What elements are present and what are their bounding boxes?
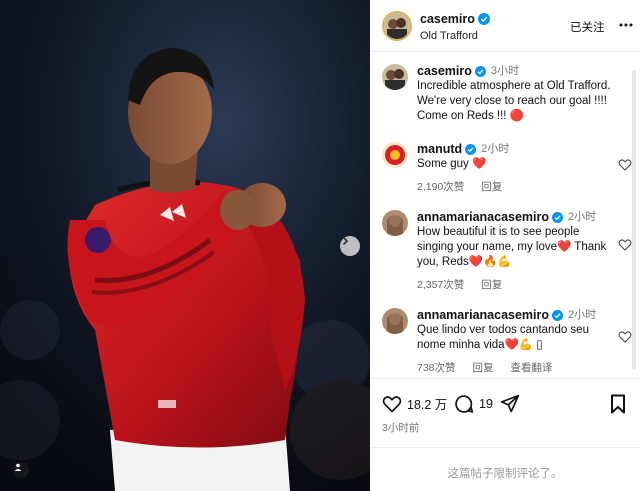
verified-icon [552, 212, 564, 223]
reply-button[interactable]: 回复 [481, 181, 502, 193]
chevron-right-icon [342, 236, 349, 246]
more-options-button[interactable] [618, 17, 634, 38]
see-translation-button[interactable]: 查看翻译 [510, 362, 552, 374]
more-icon [619, 23, 633, 27]
caption-time: 3小时 [490, 65, 520, 77]
comments-list[interactable]: casemiro 3小时 Incredible atmosphere at Ol… [370, 52, 640, 378]
comment-body: annamarianacasemiro 2小时 Que lindo ver to… [417, 308, 617, 375]
comment-header: annamarianacasemiro 2小时 [417, 210, 617, 225]
avatar-image [382, 308, 408, 334]
following-button[interactable]: 已关注 [570, 19, 605, 35]
avatar-image [382, 210, 408, 236]
comment-header: manutd 2小时 [417, 142, 617, 157]
avatar-image [384, 13, 410, 39]
verified-icon [477, 13, 490, 25]
avatar[interactable] [382, 210, 408, 236]
comment-meta: 2,190次赞 回复 [417, 179, 617, 194]
post-panel: casemiro Old Trafford 已关注 casemiro 3小时 I… [370, 0, 640, 491]
share-icon [500, 394, 520, 413]
verified-icon [474, 66, 486, 77]
reply-button[interactable]: 回复 [481, 279, 502, 291]
caption-header: casemiro 3小时 [417, 64, 622, 79]
author-username[interactable]: casemiro [420, 12, 475, 26]
comment-meta: 738次赞 回复 查看翻译 [417, 360, 617, 375]
comment-text: Que lindo ver todos cantando seu nome mi… [417, 324, 589, 351]
comment-likes[interactable]: 2,190次赞 [417, 181, 464, 193]
avatar[interactable] [382, 11, 412, 41]
verified-icon [465, 144, 477, 155]
verified-icon [552, 310, 564, 321]
comment-like-button[interactable] [618, 330, 632, 348]
post-photo[interactable] [0, 0, 370, 491]
avatar[interactable] [382, 308, 408, 334]
comment-username[interactable]: annamarianacasemiro [417, 308, 549, 323]
like-button[interactable]: 18.2 万 [382, 394, 447, 413]
comment-text: How beautiful it is to see people singin… [417, 226, 607, 268]
comments-scrollbar[interactable] [632, 70, 636, 370]
comment-text: Some guy ❤️ [417, 158, 487, 170]
comment-time: 2小时 [481, 143, 510, 155]
comment-button[interactable]: 19 [454, 394, 493, 414]
comment-header: annamarianacasemiro 2小时 [417, 308, 617, 323]
like-count: 18.2 万 [407, 398, 448, 412]
comments-limited-notice: 这篇帖子限制评论了。 [370, 447, 640, 491]
comment-icon [455, 395, 474, 413]
comment-username[interactable]: manutd [417, 142, 462, 157]
comment-body: manutd 2小时 Some guy ❤️ 2,190次赞 回复 [417, 142, 617, 194]
comment-like-button[interactable] [618, 238, 632, 256]
comment-time: 2小时 [568, 211, 597, 223]
comment-count: 19 [479, 397, 493, 411]
tagged-users-button[interactable] [13, 462, 29, 478]
player-photo-illustration [0, 0, 370, 491]
heart-icon [618, 331, 632, 343]
avatar[interactable] [382, 64, 408, 90]
bookmark-icon [611, 394, 625, 414]
user-tag-icon [14, 463, 22, 471]
caption-body: casemiro 3小时 Incredible atmosphere at Ol… [417, 64, 622, 124]
avatar-image [382, 64, 408, 90]
post-location[interactable]: Old Trafford [420, 30, 478, 42]
comment-like-button[interactable] [618, 158, 632, 176]
comment-likes[interactable]: 2,357次赞 [417, 279, 464, 291]
comment-username[interactable]: annamarianacasemiro [417, 210, 549, 225]
caption-username[interactable]: casemiro [417, 64, 472, 79]
save-button[interactable] [610, 394, 626, 414]
share-button[interactable] [500, 394, 520, 414]
post-timestamp: 3小时前 [382, 422, 420, 434]
avatar[interactable] [382, 142, 408, 168]
comment-likes[interactable]: 738次赞 [417, 362, 456, 374]
comment-meta: 2,357次赞 回复 [417, 277, 617, 292]
heart-icon [618, 239, 632, 251]
heart-icon [618, 159, 632, 171]
heart-icon [382, 396, 402, 413]
next-photo-button[interactable] [340, 236, 360, 256]
post-author[interactable]: casemiro [420, 12, 490, 26]
caption-text: Incredible atmosphere at Old Trafford. W… [417, 80, 611, 122]
manutd-crest-icon [382, 142, 408, 168]
comment-time: 2小时 [568, 309, 597, 321]
comment-body: annamarianacasemiro 2小时 How beautiful it… [417, 210, 617, 292]
reply-button[interactable]: 回复 [472, 362, 493, 374]
post-header: casemiro Old Trafford 已关注 [370, 0, 640, 52]
